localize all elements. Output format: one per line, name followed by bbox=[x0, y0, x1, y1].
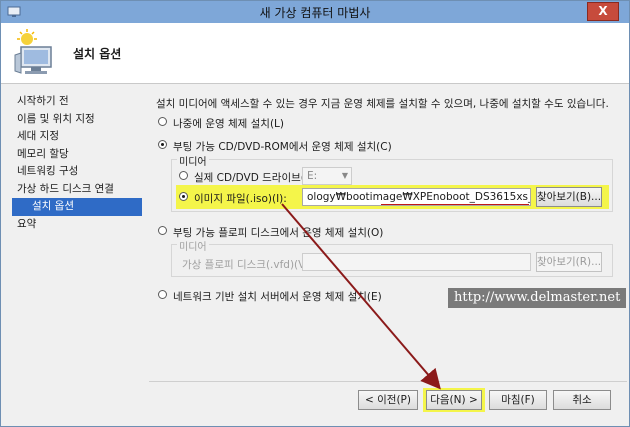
cd-media-group-title: 미디어 bbox=[177, 153, 209, 168]
browse-floppy-button[interactable]: 찾아보기(R)... bbox=[536, 252, 602, 272]
window-title: 새 가상 컴퓨터 마법사 bbox=[259, 6, 371, 20]
finish-button[interactable]: 마침(F) bbox=[489, 390, 547, 410]
nav-item-before-you-begin[interactable]: 시작하기 전 bbox=[12, 93, 142, 111]
chevron-down-icon: ▼ bbox=[341, 171, 348, 180]
next-button[interactable]: 다음(N) > bbox=[426, 390, 482, 410]
radio-install-cd[interactable] bbox=[158, 140, 167, 149]
wizard-window: 새 가상 컴퓨터 마법사 X 설치 옵션 시작하기 전 이름 및 위치 지정 세… bbox=[0, 0, 630, 427]
physical-drive-value: E: bbox=[307, 170, 318, 182]
nav-item-networking[interactable]: 네트워킹 구성 bbox=[12, 163, 142, 181]
nav-item-summary[interactable]: 요약 bbox=[12, 216, 142, 234]
close-button[interactable]: X bbox=[587, 2, 619, 21]
footer-divider bbox=[149, 381, 627, 382]
browse-iso-button[interactable]: 찾아보기(B)... bbox=[536, 187, 602, 207]
nav-item-generation[interactable]: 세대 지정 bbox=[12, 128, 142, 146]
radio-install-later-label[interactable]: 나중에 운영 체제 설치(L) bbox=[173, 116, 284, 131]
previous-button[interactable]: < 이전(P) bbox=[358, 390, 418, 410]
description-text: 설치 미디어에 액세스할 수 있는 경우 지금 운영 체제를 설치할 수 있으며… bbox=[156, 98, 609, 110]
radio-image-file[interactable] bbox=[179, 192, 188, 201]
radio-install-cd-label[interactable]: 부팅 가능 CD/DVD-ROM에서 운영 체제 설치(C) bbox=[173, 139, 392, 154]
new-vm-wizard-icon bbox=[14, 29, 52, 74]
nav-item-virtual-disk[interactable]: 가상 하드 디스크 연결 bbox=[12, 181, 142, 199]
image-file-underline bbox=[381, 204, 529, 205]
radio-physical-drive[interactable] bbox=[179, 171, 188, 180]
image-file-label[interactable]: 이미지 파일(.iso)(I): bbox=[194, 191, 287, 206]
wizard-header: 설치 옵션 bbox=[1, 23, 629, 84]
physical-drive-select[interactable]: E: ▼ bbox=[302, 167, 352, 185]
radio-install-later[interactable] bbox=[158, 117, 167, 126]
floppy-media-group-title: 미디어 bbox=[177, 238, 209, 253]
floppy-label: 가상 플로피 디스크(.vfd)(V): bbox=[182, 259, 313, 271]
radio-install-network[interactable] bbox=[158, 290, 167, 299]
nav-item-name-location[interactable]: 이름 및 위치 지정 bbox=[12, 111, 142, 129]
floppy-input[interactable] bbox=[302, 253, 531, 271]
title-bar: 새 가상 컴퓨터 마법사 X bbox=[1, 1, 629, 23]
nav-item-install-options[interactable]: 설치 옵션 bbox=[12, 198, 142, 216]
page-title: 설치 옵션 bbox=[73, 47, 122, 61]
radio-install-floppy[interactable] bbox=[158, 226, 167, 235]
radio-install-network-label[interactable]: 네트워크 기반 설치 서버에서 운영 체제 설치(E) bbox=[173, 289, 382, 304]
nav-item-memory[interactable]: 메모리 할당 bbox=[12, 146, 142, 164]
watermark-text: http://www.delmaster.net bbox=[448, 288, 627, 308]
cancel-button[interactable]: 취소 bbox=[553, 390, 611, 410]
wizard-step-list: 시작하기 전 이름 및 위치 지정 세대 지정 메모리 할당 네트워킹 구성 가… bbox=[12, 93, 142, 233]
